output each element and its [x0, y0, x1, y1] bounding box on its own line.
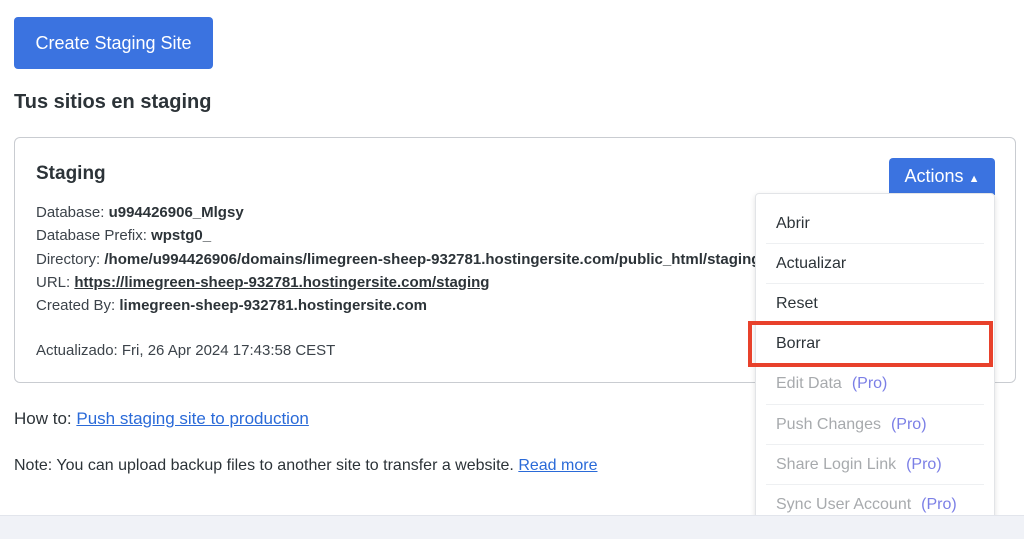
menu-item-reset[interactable]: Reset [766, 284, 984, 325]
url-link[interactable]: https://limegreen-sheep-932781.hostinger… [74, 274, 489, 291]
actions-label: Actions [904, 166, 964, 186]
caret-up-icon: ▲ [968, 173, 980, 185]
created-by-label: Created By: [36, 297, 116, 315]
database-value: u994426906_Mlgsy [108, 204, 244, 221]
section-title: Tus sitios en staging [14, 91, 212, 113]
site-name: Staging [36, 163, 106, 184]
menu-item-borrar[interactable]: Borrar [766, 325, 984, 365]
menu-item-edit-data[interactable]: Edit Data (Pro) [766, 365, 984, 405]
directory-value: /home/u994426906/domains/limegreen-sheep… [104, 250, 761, 268]
menu-item-actualizar[interactable]: Actualizar [766, 244, 984, 285]
howto-prefix: How to: [14, 409, 72, 428]
menu-item-share-login-link[interactable]: Share Login Link (Pro) [766, 445, 984, 486]
menu-item-abrir[interactable]: Abrir [766, 204, 984, 245]
note-text: Note: You can upload backup files to ano… [14, 457, 597, 475]
prefix-label: Database Prefix: [36, 227, 147, 245]
created-by-value: limegreen-sheep-932781.hostingersite.com [119, 297, 428, 315]
database-label: Database: [36, 204, 105, 221]
menu-item-push-changes[interactable]: Push Changes (Pro) [766, 405, 984, 446]
actions-menu: Abrir Actualizar Reset Borrar Edit Data (… [755, 193, 995, 533]
directory-label: Directory: [36, 250, 101, 268]
push-to-production-link[interactable]: Push staging site to production [76, 409, 308, 428]
footer-strip [0, 515, 1024, 539]
actions-button[interactable]: Actions ▲ [889, 158, 995, 195]
prefix-value: wpstg0_ [151, 227, 212, 245]
pro-badge: (Pro) [906, 455, 942, 473]
howto-text: How to: Push staging site to production [14, 409, 309, 429]
pro-badge: (Pro) [921, 496, 957, 514]
note-body: Note: You can upload backup files to ano… [14, 457, 514, 474]
updated-timestamp: Actualizado: Fri, 26 Apr 2024 17:43:58 C… [36, 342, 336, 359]
site-details: Database: u994426906_Mlgsy Database Pref… [36, 201, 760, 317]
pro-badge: (Pro) [851, 375, 888, 393]
menu-item-label: Share Login Link [776, 455, 897, 473]
create-staging-site-button[interactable]: Create Staging Site [14, 17, 213, 69]
menu-item-label: Edit Data [776, 375, 842, 393]
menu-item-label: Sync User Account [776, 496, 912, 514]
url-label: URL: [36, 273, 71, 291]
menu-item-label: Push Changes [776, 415, 881, 433]
read-more-link[interactable]: Read more [518, 457, 597, 474]
pro-badge: (Pro) [890, 415, 927, 433]
